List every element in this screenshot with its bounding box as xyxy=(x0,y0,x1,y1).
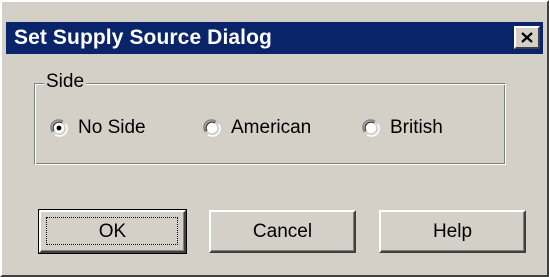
ok-button[interactable]: OK xyxy=(38,209,187,254)
radio-american-label: American xyxy=(231,117,312,138)
help-button-label: Help xyxy=(432,220,473,242)
cancel-button-label: Cancel xyxy=(252,220,313,242)
cancel-button[interactable]: Cancel xyxy=(209,210,356,253)
radio-british-label: British xyxy=(390,117,443,138)
side-group-label: Side xyxy=(44,71,87,93)
dialog-window: Set Supply Source Dialog Side No Side Am… xyxy=(0,0,549,277)
focus-ring xyxy=(46,217,178,245)
help-button[interactable]: Help xyxy=(379,210,526,253)
radio-unselected-icon xyxy=(203,119,221,137)
radio-unselected-icon xyxy=(362,119,380,137)
dialog-title: Set Supply Source Dialog xyxy=(14,26,272,49)
radio-no-side[interactable]: No Side xyxy=(50,116,146,140)
title-bar[interactable]: Set Supply Source Dialog xyxy=(6,22,543,54)
radio-no-side-label: No Side xyxy=(78,117,146,138)
radio-british[interactable]: British xyxy=(362,116,443,140)
radio-selected-icon xyxy=(50,119,68,137)
close-icon xyxy=(521,32,533,43)
close-button[interactable] xyxy=(514,26,540,49)
radio-american[interactable]: American xyxy=(203,116,311,140)
